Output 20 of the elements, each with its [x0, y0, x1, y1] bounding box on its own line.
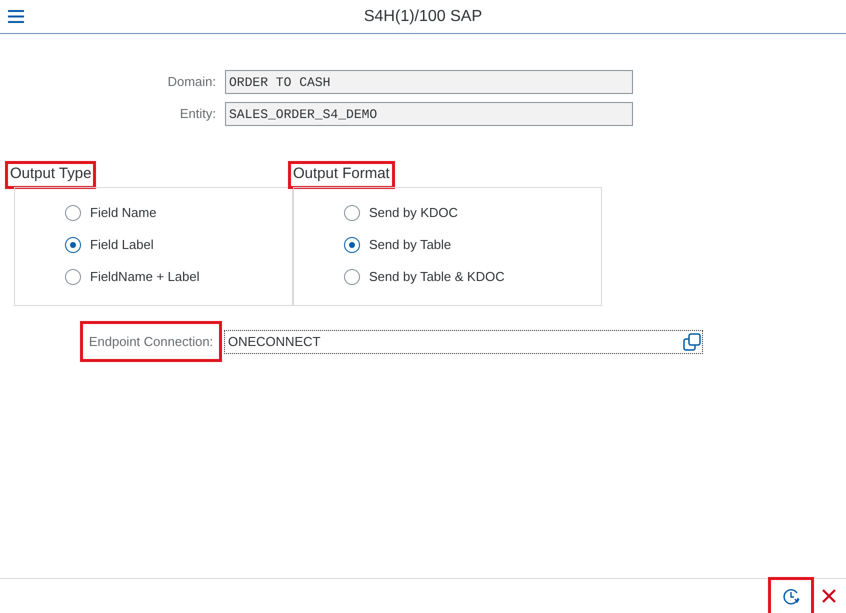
field-label: Endpoint Connection: — [82, 323, 220, 360]
clock-icon — [782, 587, 800, 605]
group-title: Output Format — [290, 162, 393, 187]
field-label: Domain: — [166, 73, 216, 92]
radio-option[interactable]: Send by Table — [344, 236, 452, 254]
window-title: S4H(1)/100 SAP — [364, 6, 482, 26]
group-title: Output Type — [7, 162, 94, 187]
input-field[interactable]: SALES_ORDER_S4_DEMO — [225, 102, 633, 126]
radio-option[interactable]: Field Label — [65, 236, 154, 254]
close-icon — [822, 589, 836, 603]
radio-option[interactable]: Send by Table & KDOC — [344, 268, 505, 286]
radio-option[interactable]: Field Name — [65, 204, 156, 222]
history-button[interactable] — [770, 578, 812, 613]
radio-option[interactable]: FieldName + Label — [65, 268, 200, 286]
endpoint-field[interactable]: ONECONNECT — [224, 330, 703, 354]
menu-icon — [8, 10, 24, 22]
input-field[interactable]: ORDER TO CASH — [225, 70, 633, 94]
field-label: Entity: — [178, 105, 216, 124]
radio-option[interactable]: Send by KDOC — [344, 204, 458, 222]
value-help-icon[interactable] — [683, 332, 701, 350]
